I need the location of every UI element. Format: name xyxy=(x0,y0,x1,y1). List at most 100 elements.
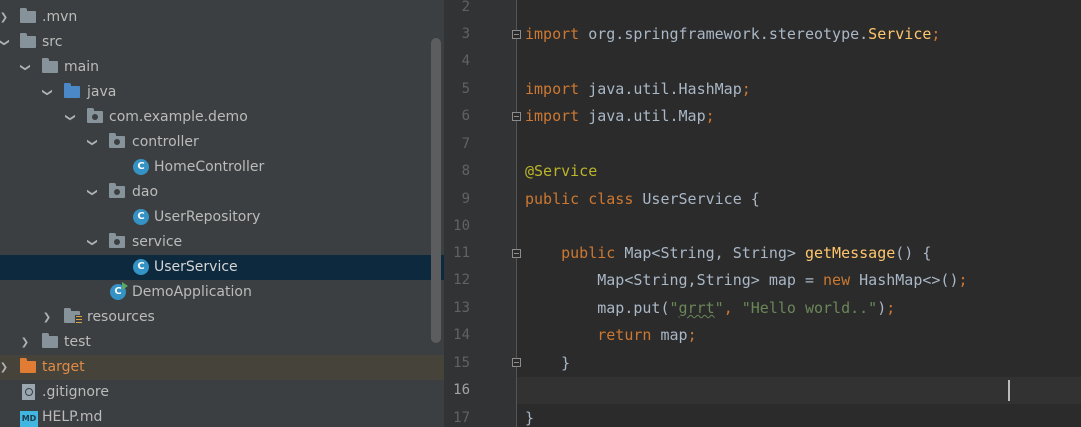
tree-item-resources[interactable]: ❯ resources xyxy=(0,305,444,330)
package-icon xyxy=(109,233,125,248)
tree-item-test[interactable]: ❯ test xyxy=(0,330,444,355)
tree-item-package-service[interactable]: ❯ service xyxy=(0,230,444,255)
code-token: map xyxy=(651,326,688,344)
chevron-right-icon[interactable]: ❯ xyxy=(18,330,32,355)
line-number-gutter: 2 3 4 5 6 7 8 9 10 11 12 13 14 15 16 17 xyxy=(444,0,521,427)
project-tree-panel: ❯ .mvn ❯ src ❯ main ❯ java ❯ com.example… xyxy=(0,0,444,427)
tree-item-label: main xyxy=(64,59,99,75)
source-folder-icon xyxy=(64,83,80,98)
code-token: import xyxy=(525,80,580,98)
code-token: , xyxy=(723,299,742,317)
code-token: UserService { xyxy=(633,190,760,208)
package-icon xyxy=(109,133,125,148)
code-token: ; xyxy=(705,107,715,125)
code-line-3: import org.springframework.stereotype.Se… xyxy=(525,21,940,48)
tree-item-label: com.example.demo xyxy=(109,109,248,125)
tree-item-java[interactable]: ❯ java xyxy=(0,80,444,105)
code-token: HashMap<>() xyxy=(850,271,959,289)
tree-item-label: HomeController xyxy=(154,159,265,175)
line-number: 12 xyxy=(453,272,470,288)
code-token: import xyxy=(525,25,580,43)
code-token: ; xyxy=(741,80,751,98)
tree-item-demo-application[interactable]: C DemoApplication xyxy=(0,280,444,305)
package-icon xyxy=(109,183,125,198)
fold-marker-icon[interactable] xyxy=(512,112,521,121)
excluded-folder-icon xyxy=(20,358,36,373)
code-line-12: Map<String,String> map = new HashMap<>()… xyxy=(525,267,968,294)
line-number: 6 xyxy=(461,108,470,124)
tree-item-gitignore[interactable]: .gitignore xyxy=(0,380,444,405)
line-number: 17 xyxy=(453,410,470,426)
code-token: () { xyxy=(895,244,932,262)
chevron-down-icon[interactable]: ❯ xyxy=(80,136,105,150)
tree-item-label: .gitignore xyxy=(42,384,109,400)
fold-marker-icon[interactable] xyxy=(512,30,521,39)
fold-marker-icon[interactable] xyxy=(512,358,521,367)
line-number: 2 xyxy=(461,0,470,15)
chevron-right-icon[interactable]: ❯ xyxy=(0,355,11,380)
chevron-down-icon[interactable]: ❯ xyxy=(80,236,105,250)
tree-item-label: dao xyxy=(132,184,159,200)
tree-item-label: src xyxy=(42,34,63,50)
chevron-right-icon[interactable]: ❯ xyxy=(0,5,11,30)
line-number: 10 xyxy=(453,218,470,234)
code-editor[interactable]: 2 3 4 5 6 7 8 9 10 11 12 13 14 15 16 17 … xyxy=(444,0,1081,427)
tree-item-label: test xyxy=(64,334,91,350)
tree-item-package-com-example-demo[interactable]: ❯ com.example.demo xyxy=(0,105,444,130)
line-number: 3 xyxy=(461,26,470,42)
folder-icon xyxy=(20,8,36,23)
tree-item-package-dao[interactable]: ❯ dao xyxy=(0,180,444,205)
gitignore-file-icon xyxy=(22,384,35,400)
line-number: 14 xyxy=(453,327,470,343)
code-line-6: import java.util.Map; xyxy=(525,103,715,130)
tree-item-user-service[interactable]: C UserService xyxy=(0,255,444,280)
code-line-14: return map; xyxy=(525,322,696,349)
code-token: org.springframework.stereotype. xyxy=(579,25,869,43)
code-token: return xyxy=(597,326,652,344)
chevron-right-icon[interactable]: ❯ xyxy=(40,305,54,330)
line-number: 9 xyxy=(461,191,470,207)
line-number: 11 xyxy=(453,245,470,261)
code-token: new xyxy=(823,271,851,289)
chevron-down-icon[interactable]: ❯ xyxy=(35,86,60,100)
code-token: Map<String,String> map = xyxy=(597,271,824,289)
code-token: ; xyxy=(886,299,896,317)
tree-item-target[interactable]: ❯ target xyxy=(0,355,444,380)
code-token: getMessage xyxy=(804,244,896,262)
line-number: 15 xyxy=(453,355,470,371)
line-number: 5 xyxy=(461,81,470,97)
markdown-file-icon: MD xyxy=(20,411,38,427)
tree-item-main[interactable]: ❯ main xyxy=(0,55,444,80)
tree-item-src[interactable]: ❯ src xyxy=(0,30,444,55)
code-token: } xyxy=(561,354,571,372)
tree-item-label: DemoApplication xyxy=(132,284,252,300)
code-token: public xyxy=(561,244,616,262)
code-token: map.put( xyxy=(597,299,670,317)
line-number: 8 xyxy=(461,163,470,179)
code-token: ; xyxy=(958,271,968,289)
fold-marker-icon[interactable] xyxy=(512,249,521,258)
chevron-down-icon[interactable]: ❯ xyxy=(80,186,105,200)
tree-item-label: UserRepository xyxy=(154,209,261,225)
class-icon: C xyxy=(133,259,149,275)
tree-item-label: target xyxy=(42,359,85,375)
tree-item-label: .mvn xyxy=(42,9,78,25)
tree-item-home-controller[interactable]: C HomeController xyxy=(0,155,444,180)
line-number-current: 16 xyxy=(453,382,470,398)
tree-item-help-md[interactable]: MD HELP.md xyxy=(0,405,444,427)
code-token: @Service xyxy=(525,162,598,180)
chevron-down-icon[interactable]: ❯ xyxy=(0,36,17,50)
tree-item-package-controller[interactable]: ❯ controller xyxy=(0,130,444,155)
code-token: Service xyxy=(868,25,932,43)
code-token: class xyxy=(588,190,634,208)
code-token: public xyxy=(525,190,580,208)
tree-scrollbar[interactable] xyxy=(431,38,441,343)
class-icon: C xyxy=(133,159,149,175)
line-number: 7 xyxy=(461,136,470,152)
code-line-5: import java.util.HashMap; xyxy=(525,76,751,103)
tree-item-mvn[interactable]: ❯ .mvn xyxy=(0,5,444,30)
chevron-down-icon[interactable]: ❯ xyxy=(13,61,38,75)
tree-item-user-repository[interactable]: C UserRepository xyxy=(0,205,444,230)
code-token: " xyxy=(669,299,679,317)
chevron-down-icon[interactable]: ❯ xyxy=(58,111,83,125)
